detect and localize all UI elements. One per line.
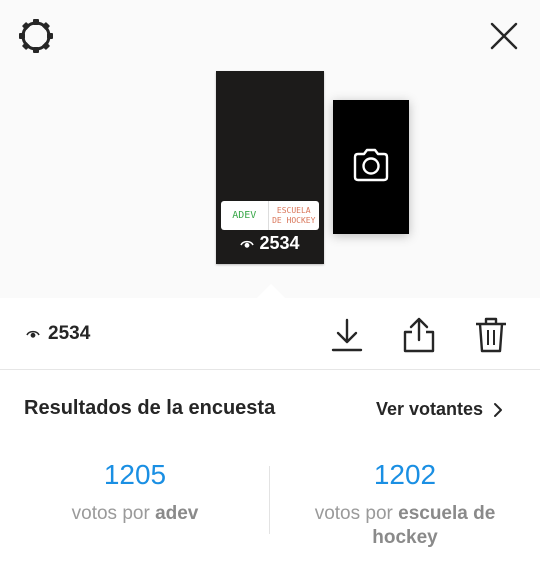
chevron-right-icon (494, 402, 503, 417)
gear-icon[interactable] (16, 16, 56, 56)
close-icon[interactable] (488, 20, 520, 52)
actions-row: 2534 (0, 298, 540, 370)
vote-label: votos por escuela de hockey (270, 502, 540, 550)
panel-pointer (257, 284, 285, 298)
poll-result-option-a: 1205 votos por adev (0, 458, 270, 526)
story-thumbnail[interactable]: ADEV ESCUELA DE HOCKEY 2534 (216, 71, 324, 264)
poll-results-title: Resultados de la encuesta (24, 397, 276, 419)
vote-count: 1205 (103, 459, 167, 490)
insights-panel: 2534 Resultados de la encuesta Ver votan… (0, 298, 540, 573)
story-preview-area: ADEV ESCUELA DE HOCKEY 2534 (0, 0, 540, 298)
trash-icon[interactable] (473, 316, 509, 354)
vote-label: votos por adev (0, 502, 270, 526)
see-voters-link[interactable]: Ver votantes (376, 399, 503, 420)
see-voters-label: Ver votantes (376, 399, 484, 419)
poll-option-a: ADEV (221, 201, 269, 230)
vote-label-prefix: votos por (71, 503, 150, 524)
vote-option-name: adev (155, 503, 199, 524)
add-story-thumbnail[interactable] (333, 100, 409, 234)
view-count[interactable]: 2534 (26, 323, 90, 345)
story-views-value: 2534 (259, 233, 300, 253)
story-view-count: 2534 (216, 233, 324, 254)
eye-icon (26, 330, 40, 338)
vote-label-prefix: votos por (314, 503, 393, 524)
eye-icon (240, 240, 255, 248)
poll-option-b: ESCUELA DE HOCKEY (272, 205, 316, 225)
share-icon[interactable] (401, 316, 437, 354)
view-count-value: 2534 (48, 323, 91, 344)
poll-result-option-b: 1202 votos por escuela de hockey (270, 458, 540, 550)
camera-icon (353, 148, 389, 182)
download-icon[interactable] (329, 316, 365, 354)
poll-sticker: ADEV ESCUELA DE HOCKEY (221, 201, 319, 230)
vote-count: 1202 (373, 459, 437, 490)
